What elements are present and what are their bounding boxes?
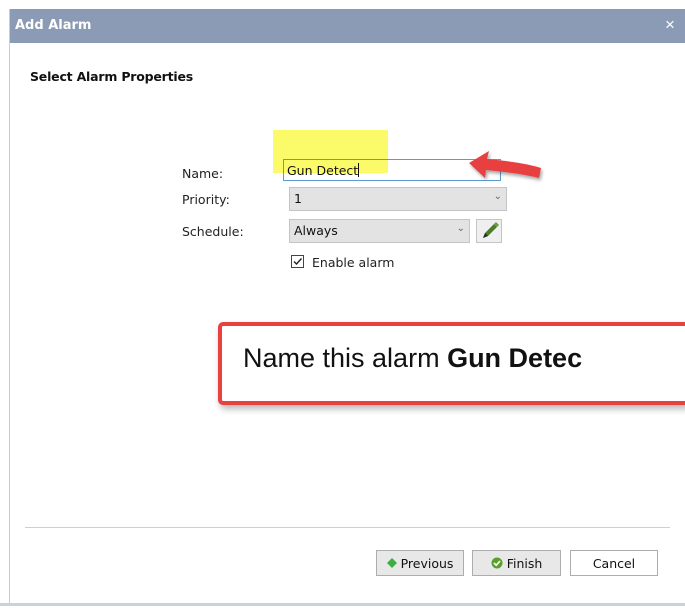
finish-button-label: Finish [506, 555, 543, 571]
chevron-down-icon: ⌄ [456, 223, 465, 234]
enable-alarm-checkbox[interactable] [291, 255, 304, 268]
schedule-value: Always [294, 223, 338, 238]
close-icon[interactable]: × [661, 16, 679, 34]
previous-button[interactable]: Previous [376, 550, 464, 576]
instruction-callout: Name this alarm Gun Detec [218, 322, 685, 405]
callout-text-bold: Gun Detec [447, 343, 583, 373]
edit-schedule-button[interactable] [476, 219, 502, 243]
cancel-button-label: Cancel [592, 555, 636, 571]
priority-value: 1 [294, 191, 302, 206]
add-alarm-dialog: Add Alarm × [9, 9, 685, 606]
footer-divider [25, 527, 670, 528]
chevron-down-icon: ⌄ [493, 191, 502, 202]
name-input-value: Gun Detect [287, 163, 359, 178]
checkmark-circle-icon [491, 557, 503, 569]
window-bottom-edge [0, 603, 685, 606]
checkmark-icon [293, 258, 303, 266]
dialog-title: Add Alarm [15, 18, 92, 33]
schedule-label: Schedule: [182, 224, 244, 239]
text-caret [358, 163, 360, 177]
section-heading: Select Alarm Properties [30, 69, 193, 84]
priority-label: Priority: [182, 192, 230, 207]
name-label: Name: [182, 166, 224, 181]
enable-alarm-label: Enable alarm [312, 255, 395, 270]
red-arrow-icon [469, 151, 541, 178]
finish-button[interactable]: Finish [472, 550, 561, 576]
pencil-icon [483, 222, 499, 238]
green-diamond-icon [386, 558, 397, 568]
previous-button-label: Previous [400, 555, 454, 571]
callout-text-prefix: Name this alarm [243, 343, 448, 373]
priority-select[interactable]: 1 ⌄ [289, 187, 507, 211]
title-bar: Add Alarm × [10, 9, 685, 43]
cancel-button[interactable]: Cancel [570, 550, 658, 576]
schedule-select[interactable]: Always ⌄ [289, 219, 470, 243]
